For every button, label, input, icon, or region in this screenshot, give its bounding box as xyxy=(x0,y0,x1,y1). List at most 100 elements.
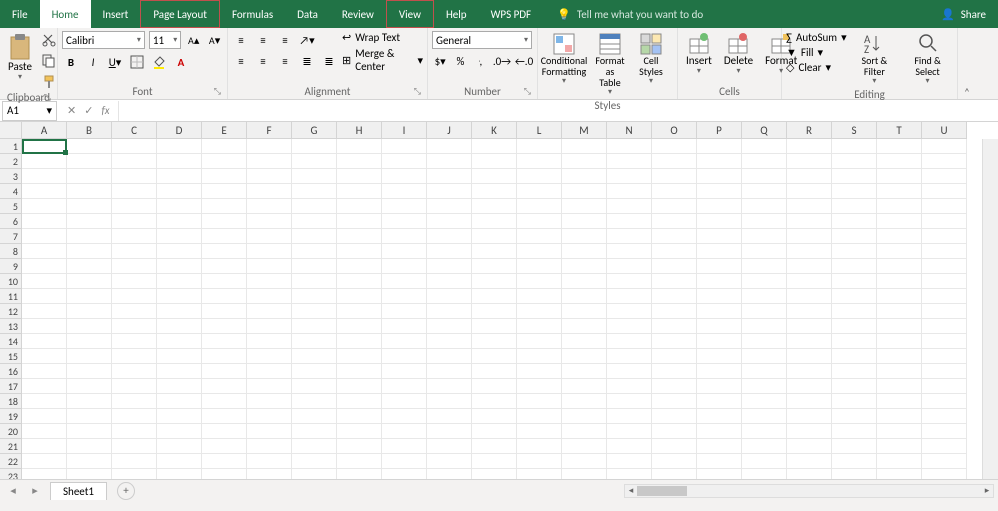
cell[interactable] xyxy=(517,379,562,394)
cell[interactable] xyxy=(562,334,607,349)
cell[interactable] xyxy=(877,319,922,334)
cell[interactable] xyxy=(832,169,877,184)
cell[interactable] xyxy=(337,229,382,244)
cell[interactable] xyxy=(922,304,967,319)
column-header[interactable]: N xyxy=(607,122,652,139)
cell[interactable] xyxy=(877,379,922,394)
cell[interactable] xyxy=(742,184,787,199)
cell[interactable] xyxy=(517,424,562,439)
cell[interactable] xyxy=(697,154,742,169)
cell[interactable] xyxy=(697,394,742,409)
cell[interactable] xyxy=(922,229,967,244)
conditional-formatting-button[interactable]: Conditional Formatting▾ xyxy=(542,31,586,88)
cell[interactable] xyxy=(427,379,472,394)
cell[interactable] xyxy=(697,229,742,244)
cell[interactable] xyxy=(607,469,652,479)
cell[interactable] xyxy=(427,469,472,479)
cell[interactable] xyxy=(112,139,157,154)
cell[interactable] xyxy=(427,349,472,364)
cell[interactable] xyxy=(67,409,112,424)
cell[interactable] xyxy=(247,244,292,259)
cell[interactable] xyxy=(157,364,202,379)
cell[interactable] xyxy=(697,439,742,454)
column-header[interactable]: C xyxy=(112,122,157,139)
cell[interactable] xyxy=(832,289,877,304)
cell[interactable] xyxy=(202,214,247,229)
cell[interactable] xyxy=(202,244,247,259)
tab-page-layout[interactable]: Page Layout xyxy=(140,0,220,28)
row-header[interactable]: 23 xyxy=(0,469,22,479)
sheet-nav-next[interactable]: ▸ xyxy=(26,482,44,500)
cell[interactable] xyxy=(427,364,472,379)
cell[interactable] xyxy=(22,349,67,364)
cell-styles-button[interactable]: Cell Styles▾ xyxy=(634,31,668,88)
paste-button[interactable]: Paste ▾ xyxy=(4,31,36,84)
row-header[interactable]: 14 xyxy=(0,334,22,349)
cell[interactable] xyxy=(67,364,112,379)
find-select-button[interactable]: Find & Select▾ xyxy=(902,31,953,88)
cell[interactable] xyxy=(337,289,382,304)
cell[interactable] xyxy=(67,349,112,364)
wrap-text-button[interactable]: ↩Wrap Text xyxy=(342,31,423,44)
cell[interactable] xyxy=(202,259,247,274)
cell[interactable] xyxy=(877,394,922,409)
align-top-button[interactable]: ≡ xyxy=(232,31,250,49)
cell[interactable] xyxy=(292,229,337,244)
cell[interactable] xyxy=(742,229,787,244)
cell[interactable] xyxy=(247,334,292,349)
cell[interactable] xyxy=(382,424,427,439)
cell[interactable] xyxy=(22,379,67,394)
cell[interactable] xyxy=(562,439,607,454)
cell[interactable] xyxy=(652,394,697,409)
cell[interactable] xyxy=(22,169,67,184)
cell[interactable] xyxy=(877,274,922,289)
cell[interactable] xyxy=(787,379,832,394)
cell[interactable] xyxy=(67,334,112,349)
cell[interactable] xyxy=(562,214,607,229)
cell[interactable] xyxy=(607,289,652,304)
cell[interactable] xyxy=(697,424,742,439)
cell[interactable] xyxy=(652,199,697,214)
cell[interactable] xyxy=(832,229,877,244)
cell[interactable] xyxy=(607,319,652,334)
cell[interactable] xyxy=(787,424,832,439)
cell[interactable] xyxy=(652,349,697,364)
tell-me[interactable]: 💡 Tell me what you want to do xyxy=(557,8,703,21)
cell[interactable] xyxy=(22,289,67,304)
cell[interactable] xyxy=(202,199,247,214)
column-header[interactable]: F xyxy=(247,122,292,139)
cell[interactable] xyxy=(697,289,742,304)
cell[interactable] xyxy=(697,364,742,379)
cell[interactable] xyxy=(832,439,877,454)
cell[interactable] xyxy=(742,379,787,394)
row-header[interactable]: 20 xyxy=(0,424,22,439)
cell[interactable] xyxy=(382,199,427,214)
cell[interactable] xyxy=(742,364,787,379)
cell[interactable] xyxy=(337,304,382,319)
cell[interactable] xyxy=(112,319,157,334)
scroll-right-arrow[interactable]: ▸ xyxy=(981,485,993,497)
cell[interactable] xyxy=(652,454,697,469)
cell[interactable] xyxy=(427,184,472,199)
cell[interactable] xyxy=(922,394,967,409)
cell[interactable] xyxy=(517,289,562,304)
cell[interactable] xyxy=(922,139,967,154)
cell[interactable] xyxy=(382,304,427,319)
cell[interactable] xyxy=(202,304,247,319)
cell[interactable] xyxy=(22,439,67,454)
cell[interactable] xyxy=(697,379,742,394)
column-header[interactable]: E xyxy=(202,122,247,139)
cell[interactable] xyxy=(382,184,427,199)
cell[interactable] xyxy=(562,289,607,304)
cell[interactable] xyxy=(382,394,427,409)
cell[interactable] xyxy=(112,259,157,274)
cell[interactable] xyxy=(157,454,202,469)
cell[interactable] xyxy=(922,439,967,454)
cell[interactable] xyxy=(427,139,472,154)
cell[interactable] xyxy=(337,349,382,364)
cell[interactable] xyxy=(22,154,67,169)
row-header[interactable]: 15 xyxy=(0,349,22,364)
cell[interactable] xyxy=(472,169,517,184)
cell[interactable] xyxy=(607,334,652,349)
cell[interactable] xyxy=(832,274,877,289)
